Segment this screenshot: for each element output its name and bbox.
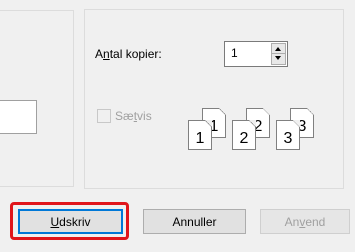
copies-groupbox [84, 9, 344, 189]
copies-value[interactable]: 1 [231, 46, 238, 60]
cancel-button[interactable]: Annuller [143, 209, 246, 234]
page-stack-3: 3 3 [276, 108, 316, 154]
left-groupbox [0, 10, 74, 187]
collate-label: Sætvis [115, 109, 152, 123]
spin-down-icon[interactable] [275, 56, 281, 60]
spin-divider [272, 53, 285, 54]
page-sheet-icon: 3 [276, 120, 300, 150]
copies-spin-buttons[interactable] [271, 43, 286, 65]
collate-preview: 1 1 2 2 3 3 [188, 108, 333, 154]
page-stack-1: 1 1 [188, 108, 228, 154]
page-sheet-icon: 2 [232, 120, 256, 150]
collate-checkbox[interactable]: Sætvis [97, 109, 152, 123]
checkbox-box-icon[interactable] [97, 109, 111, 123]
highlight-box [10, 202, 129, 240]
page-stack-2: 2 2 [232, 108, 272, 154]
copies-label: Antal kopier: [95, 47, 162, 61]
page-sheet-icon: 1 [188, 120, 212, 150]
left-input-field[interactable] [0, 100, 37, 134]
copies-spinbox[interactable]: 1 [224, 41, 288, 67]
apply-button[interactable]: An v end [260, 209, 350, 234]
spin-up-icon[interactable] [275, 47, 281, 51]
